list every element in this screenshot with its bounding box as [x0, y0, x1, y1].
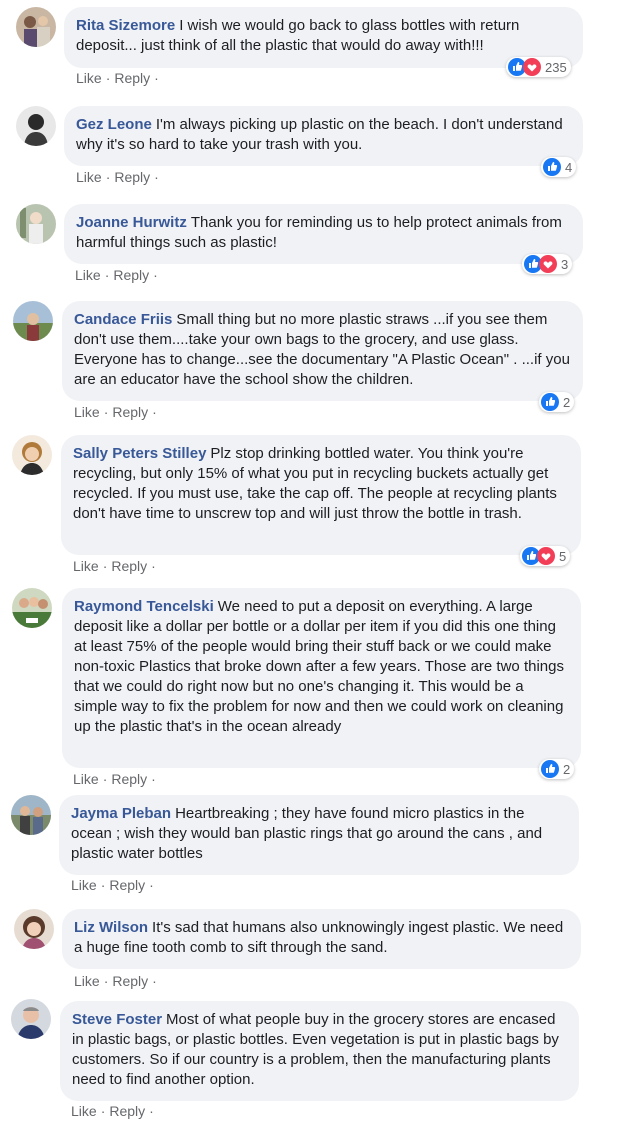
love-icon	[537, 547, 555, 565]
like-button[interactable]: Like	[73, 771, 99, 787]
reaction-count: 3	[561, 256, 569, 272]
action-separator: ·	[104, 267, 110, 283]
reaction-count: 235	[545, 59, 567, 75]
action-separator: ·	[149, 877, 154, 893]
reply-button[interactable]: Reply	[111, 771, 147, 787]
avatar[interactable]	[16, 7, 56, 47]
reaction-summary[interactable]: 235	[506, 57, 571, 77]
like-button[interactable]: Like	[71, 1103, 97, 1119]
comment-actions: Like · Reply ·	[73, 558, 160, 574]
comment-author[interactable]: Rita Sizemore	[76, 17, 175, 34]
reaction-summary[interactable]: 3	[522, 254, 573, 274]
avatar[interactable]	[12, 435, 52, 475]
comment-author[interactable]: Raymond Tencelski	[74, 598, 214, 615]
action-separator: ·	[151, 558, 156, 574]
like-button[interactable]: Like	[76, 70, 102, 86]
comment-author[interactable]: Gez Leone	[76, 116, 152, 133]
reply-button[interactable]: Reply	[114, 70, 150, 86]
like-icon	[541, 760, 559, 778]
comment-bubble: Raymond Tencelski We need to put a deposi…	[62, 588, 581, 768]
comment-actions: Like · Reply ·	[74, 404, 161, 420]
reply-button[interactable]: Reply	[112, 973, 148, 989]
comment-bubble: Sally Peters Stilley Plz stop drinking bo…	[61, 435, 581, 555]
reaction-summary[interactable]: 5	[520, 546, 571, 566]
reaction-count: 2	[563, 761, 571, 777]
like-button[interactable]: Like	[71, 877, 97, 893]
like-button[interactable]: Like	[76, 169, 102, 185]
action-separator: ·	[102, 771, 108, 787]
action-separator: ·	[149, 1103, 154, 1119]
love-icon	[539, 255, 557, 273]
comment-actions: Like · Reply ·	[76, 70, 163, 86]
reply-button[interactable]: Reply	[112, 404, 148, 420]
love-icon	[523, 58, 541, 76]
reaction-count: 5	[559, 548, 567, 564]
comment-actions: Like · Reply ·	[71, 1103, 158, 1119]
comment-author[interactable]: Joanne Hurwitz	[76, 214, 187, 231]
like-button[interactable]: Like	[73, 558, 99, 574]
comment-bubble: Rita Sizemore I wish we would go back to …	[64, 7, 583, 68]
like-button[interactable]: Like	[75, 267, 101, 283]
action-separator: ·	[102, 558, 108, 574]
comment-bubble: Jayma Pleban Heartbreaking ; they have fo…	[59, 795, 579, 875]
reaction-summary[interactable]: 2	[539, 392, 575, 412]
action-separator: ·	[154, 169, 159, 185]
avatar[interactable]	[12, 588, 52, 628]
reply-button[interactable]: Reply	[114, 169, 150, 185]
action-separator: ·	[154, 70, 159, 86]
comment-bubble: Steve Foster Most of what people buy in t…	[60, 1001, 579, 1101]
comment-actions: Like · Reply ·	[75, 267, 162, 283]
comment-actions: Like · Reply ·	[74, 973, 161, 989]
action-separator: ·	[152, 404, 157, 420]
avatar[interactable]	[16, 106, 56, 146]
action-separator: ·	[100, 877, 106, 893]
like-button[interactable]: Like	[74, 973, 100, 989]
comment-bubble: Joanne Hurwitz Thank you for reminding us…	[64, 204, 583, 264]
reply-button[interactable]: Reply	[109, 877, 145, 893]
reaction-count: 4	[565, 159, 573, 175]
comment-text: We need to put a deposit on everything. …	[74, 598, 564, 735]
avatar[interactable]	[11, 999, 51, 1039]
action-separator: ·	[152, 973, 157, 989]
action-separator: ·	[105, 70, 111, 86]
reaction-count: 2	[563, 394, 571, 410]
comment-author[interactable]: Candace Friis	[74, 311, 172, 328]
action-separator: ·	[103, 973, 109, 989]
reply-button[interactable]: Reply	[109, 1103, 145, 1119]
like-icon	[543, 158, 561, 176]
comment-actions: Like · Reply ·	[76, 169, 163, 185]
reply-button[interactable]: Reply	[111, 558, 147, 574]
avatar[interactable]	[11, 795, 51, 835]
action-separator: ·	[103, 404, 109, 420]
comment-bubble: Liz Wilson It's sad that humans also unkn…	[62, 909, 581, 969]
reaction-summary[interactable]: 2	[539, 759, 575, 779]
avatar[interactable]	[13, 301, 53, 341]
comment-author[interactable]: Liz Wilson	[74, 919, 148, 936]
comment-author[interactable]: Steve Foster	[72, 1011, 162, 1028]
comment-author[interactable]: Jayma Pleban	[71, 805, 171, 822]
action-separator: ·	[151, 771, 156, 787]
comment-actions: Like · Reply ·	[71, 877, 158, 893]
comment-bubble: Gez Leone I'm always picking up plastic o…	[64, 106, 583, 166]
comment-actions: Like · Reply ·	[73, 771, 160, 787]
action-separator: ·	[105, 169, 111, 185]
action-separator: ·	[100, 1103, 106, 1119]
action-separator: ·	[153, 267, 158, 283]
like-button[interactable]: Like	[74, 404, 100, 420]
avatar[interactable]	[16, 204, 56, 244]
comment-bubble: Candace Friis Small thing but no more pla…	[62, 301, 583, 401]
comment-author[interactable]: Sally Peters Stilley	[73, 445, 206, 462]
avatar[interactable]	[14, 909, 54, 949]
like-icon	[541, 393, 559, 411]
reaction-summary[interactable]: 4	[541, 157, 577, 177]
reply-button[interactable]: Reply	[113, 267, 149, 283]
